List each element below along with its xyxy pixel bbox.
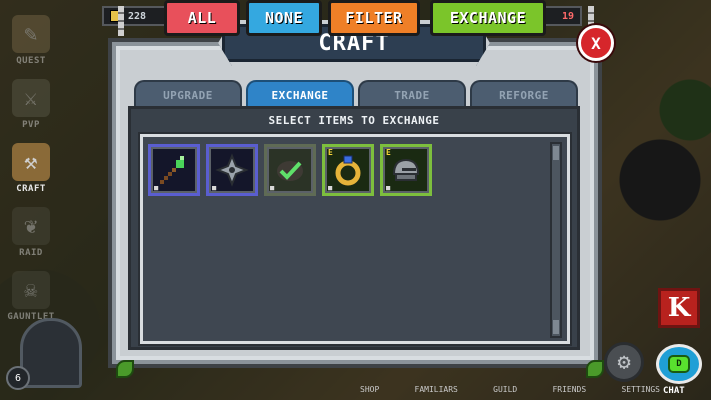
- item-qty: ■: [212, 184, 218, 192]
- tab-trade[interactable]: TRADE: [358, 80, 466, 108]
- left-menu: ✎ QUEST ⚔ PVP ⚒ CRAFT ❦ RAID ☠ GAUNTLET: [4, 6, 58, 326]
- k-event-button[interactable]: K: [658, 288, 700, 328]
- shuriken-icon: [215, 153, 249, 187]
- chain-decoration: [118, 6, 124, 36]
- gold-ring-icon: [335, 155, 361, 186]
- menu-item-craft[interactable]: ⚒ CRAFT: [4, 134, 58, 194]
- close-button[interactable]: X: [578, 25, 614, 61]
- item-qty: ■: [386, 184, 392, 192]
- gem-value: 19: [561, 10, 574, 22]
- select-none-button[interactable]: NONE: [246, 0, 322, 36]
- chat-label: CHAT: [663, 386, 685, 396]
- nav-settings[interactable]: SETTINGS: [621, 385, 660, 400]
- tab-reforge[interactable]: REFORGE: [470, 80, 578, 108]
- filter-button[interactable]: FILTER: [328, 0, 420, 36]
- chat-button[interactable]: D: [656, 344, 702, 384]
- player-level-badge: 6: [6, 366, 30, 390]
- equipped-marker: E: [386, 148, 391, 157]
- exchange-button[interactable]: EXCHANGE: [430, 0, 546, 36]
- menu-item-pvp[interactable]: ⚔ PVP: [4, 70, 58, 130]
- anvil-icon: ⚒: [12, 143, 50, 181]
- menu-label: QUEST: [16, 56, 46, 66]
- crossed-swords-icon: ⚔: [12, 79, 50, 117]
- select-all-button[interactable]: ALL: [164, 0, 240, 36]
- item-slot-ore-selected[interactable]: ■: [264, 144, 316, 196]
- nav-familiars[interactable]: FAMILIARS: [415, 385, 458, 400]
- equipped-marker: E: [328, 148, 333, 157]
- nav-guild[interactable]: GUILD: [493, 385, 517, 400]
- tab-upgrade[interactable]: UPGRADE: [134, 80, 242, 108]
- ore-check-icon: [277, 161, 303, 181]
- gear-icon: ⚙: [617, 349, 631, 375]
- item-scrollbar[interactable]: [550, 142, 562, 338]
- scroll-icon: ✎: [12, 15, 50, 53]
- leaf-shield-icon: ❦: [12, 207, 50, 245]
- item-qty: ■: [328, 184, 334, 192]
- nav-shop[interactable]: SHOP: [360, 385, 379, 400]
- item-qty: ■: [270, 184, 276, 192]
- bottom-nav: SHOP FAMILIARS GUILD FRIENDS SETTINGS: [360, 385, 660, 400]
- green-staff-icon: [160, 156, 184, 184]
- exchange-instructions: SELECT ITEMS TO EXCHANGE: [268, 114, 440, 127]
- tab-exchange[interactable]: EXCHANGE: [246, 80, 354, 108]
- scroll-thumb-top[interactable]: [553, 146, 559, 160]
- skull-icon: ☠: [12, 271, 50, 309]
- item-slot-staff[interactable]: ■: [148, 144, 200, 196]
- chat-bubble-icon: D: [668, 355, 690, 373]
- iron-helmet-icon: [392, 158, 420, 181]
- menu-label: CRAFT: [16, 184, 46, 194]
- vine-decoration: [116, 360, 134, 378]
- menu-label: RAID: [19, 248, 43, 258]
- menu-label: PVP: [22, 120, 40, 130]
- craft-tabs: UPGRADE EXCHANGE TRADE REFORGE: [134, 80, 578, 108]
- nav-friends[interactable]: FRIENDS: [552, 385, 586, 400]
- menu-item-quest[interactable]: ✎ QUEST: [4, 6, 58, 66]
- scroll-thumb-bottom[interactable]: [553, 320, 559, 334]
- settings-gear-button[interactable]: ⚙: [604, 342, 644, 382]
- item-slot-ring[interactable]: E ■: [322, 144, 374, 196]
- item-slot-helmet[interactable]: E ■: [380, 144, 432, 196]
- item-slot-shuriken[interactable]: ■: [206, 144, 258, 196]
- menu-item-raid[interactable]: ❦ RAID: [4, 198, 58, 258]
- item-qty: ■: [154, 184, 160, 192]
- menu-item-gauntlet[interactable]: ☠ GAUNTLET: [4, 262, 58, 322]
- vine-decoration: [586, 360, 604, 378]
- gold-value: 228: [128, 10, 147, 22]
